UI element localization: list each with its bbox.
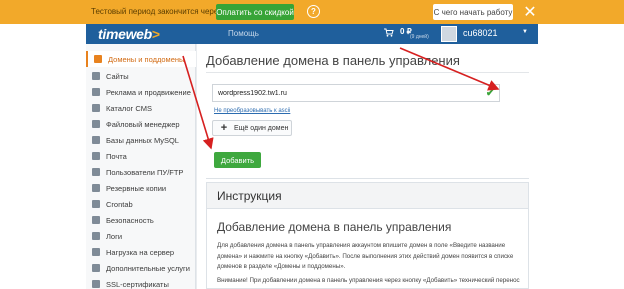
info-icon[interactable]: ? xyxy=(307,5,320,18)
sidebar-item-security[interactable]: Безопасность xyxy=(86,212,196,228)
sidebar-item-backups[interactable]: Резервные копии xyxy=(86,180,196,196)
sidebar-item-label: SSL-сертификаты xyxy=(106,279,169,289)
instruction-panel: Инструкция Добавление домена в панель уп… xyxy=(206,182,529,289)
users-icon xyxy=(92,168,100,176)
logs-icon xyxy=(92,232,100,240)
sidebar-item-sites[interactable]: Сайты xyxy=(86,68,196,84)
lock-icon xyxy=(92,280,100,288)
left-margin xyxy=(0,24,86,289)
database-icon xyxy=(92,136,100,144)
domain-input[interactable] xyxy=(212,84,500,102)
timeweb-logo[interactable]: timeweb> xyxy=(98,26,160,42)
clock-icon xyxy=(92,200,100,208)
sidebar-item-label: Реклама и продвижение xyxy=(106,87,191,97)
no-ascii-link[interactable]: Не преобразовывать к ascii xyxy=(214,108,290,114)
sidebar-item-label: Crontab xyxy=(106,199,133,209)
pay-discount-button[interactable]: Оплатить со скидкой xyxy=(216,4,294,20)
promo-bar: Тестовый период закончится через 9 дней … xyxy=(0,0,624,24)
folder-icon xyxy=(92,120,100,128)
sidebar-item-label: Нагрузка на сервер xyxy=(106,247,175,257)
instruction-warning: Внимание! При добавлении домена в панель… xyxy=(217,277,520,289)
ads-icon xyxy=(92,88,100,96)
sidebar-item-label: Сайты xyxy=(106,71,129,81)
sidebar-item-label: Почта xyxy=(106,151,127,161)
sidebar-item-ssl[interactable]: SSL-сертификаты xyxy=(86,276,196,289)
sidebar-item-extra-services[interactable]: Дополнительные услуги xyxy=(86,260,196,276)
main-content: Добавление домена в панель управления ✔ … xyxy=(197,44,538,289)
sidebar-item-crontab[interactable]: Crontab xyxy=(86,196,196,212)
sidebar-item-logs[interactable]: Логи xyxy=(86,228,196,244)
add-another-domain-button[interactable]: + Ещё один домен xyxy=(212,120,292,136)
sidebar-item-files[interactable]: Файловый менеджер xyxy=(86,116,196,132)
sidebar: Домены и поддомены Сайты Реклама и продв… xyxy=(86,44,196,289)
sidebar-item-label: Резервные копии xyxy=(106,183,167,193)
plus-icon: + xyxy=(220,122,228,134)
sidebar-item-label: Безопасность xyxy=(106,215,154,225)
username[interactable]: cu68021 xyxy=(463,28,498,38)
instruction-header: Инструкция xyxy=(207,183,528,209)
avatar[interactable] xyxy=(441,26,457,42)
check-icon: ✔ xyxy=(486,88,495,99)
logo-text: timeweb xyxy=(98,26,152,42)
sidebar-item-cms[interactable]: Каталог CMS xyxy=(86,100,196,116)
divider xyxy=(206,72,529,73)
top-header: timeweb> Помощь 0 ₽ (9 дней) cu68021 ▼ xyxy=(86,24,538,44)
close-icon[interactable]: ✕ xyxy=(521,2,539,22)
sidebar-item-label: Дополнительные услуги xyxy=(106,263,190,273)
chevron-down-icon[interactable]: ▼ xyxy=(522,29,528,35)
cart-icon[interactable] xyxy=(384,28,394,39)
sidebar-item-label: Файловый менеджер xyxy=(106,119,180,129)
sidebar-item-label: Логи xyxy=(106,231,123,241)
sites-icon xyxy=(92,72,100,80)
sidebar-item-server-load[interactable]: Нагрузка на сервер xyxy=(86,244,196,260)
sidebar-item-mail[interactable]: Почта xyxy=(86,148,196,164)
sidebar-item-label: Домены и поддомены xyxy=(108,54,185,64)
add-button[interactable]: Добавить xyxy=(214,152,261,168)
backup-icon xyxy=(92,184,100,192)
chart-icon xyxy=(92,248,100,256)
globe-icon xyxy=(94,55,102,63)
sidebar-item-ads[interactable]: Реклама и продвижение xyxy=(86,84,196,100)
instruction-paragraph: Для добавления домена в панель управлени… xyxy=(217,242,514,270)
logo-arrow: > xyxy=(151,26,160,42)
help-link[interactable]: Помощь xyxy=(228,29,259,38)
add-another-label: Ещё один домен xyxy=(234,124,289,132)
page-title: Добавление домена в панель управления xyxy=(206,53,460,68)
mail-icon xyxy=(92,152,100,160)
star-icon xyxy=(92,264,100,272)
sidebar-item-ftp-users[interactable]: Пользователи ПУ/FTP xyxy=(86,164,196,180)
sidebar-item-domains[interactable]: Домены и поддомены xyxy=(86,51,196,67)
divider xyxy=(206,178,529,179)
right-margin xyxy=(538,24,624,289)
instruction-title: Инструкция xyxy=(217,189,282,203)
sidebar-item-label: Базы данных MySQL xyxy=(106,135,179,145)
cms-icon xyxy=(92,104,100,112)
sidebar-item-label: Каталог CMS xyxy=(106,103,153,113)
getting-started-button[interactable]: С чего начать работу xyxy=(433,4,513,20)
sidebar-item-label: Пользователи ПУ/FTP xyxy=(106,167,184,177)
instruction-subtitle: Добавление домена в панель управления xyxy=(217,220,452,234)
sidebar-item-mysql[interactable]: Базы данных MySQL xyxy=(86,132,196,148)
balance-days: (9 дней) xyxy=(410,34,429,40)
shield-icon xyxy=(92,216,100,224)
